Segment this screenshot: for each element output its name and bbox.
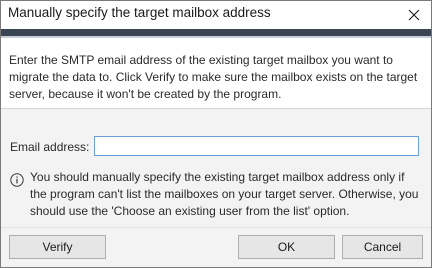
- cancel-button[interactable]: Cancel: [342, 235, 423, 259]
- window-title: Manually specify the target mailbox addr…: [8, 5, 271, 20]
- dialog-window: Manually specify the target mailbox addr…: [0, 0, 432, 268]
- verify-button[interactable]: Verify: [9, 235, 106, 259]
- header-panel: Enter the SMTP email address of the exis…: [1, 38, 431, 109]
- title-bar: Manually specify the target mailbox addr…: [1, 1, 431, 29]
- close-button[interactable]: [397, 1, 431, 29]
- accent-bar: [1, 29, 431, 36]
- description-text: Enter the SMTP email address of the exis…: [9, 53, 418, 101]
- info-icon: [10, 173, 24, 187]
- close-icon: [408, 9, 420, 21]
- email-address-input[interactable]: [94, 136, 419, 156]
- ok-button[interactable]: OK: [238, 235, 335, 259]
- button-bar: Verify OK Cancel: [1, 228, 431, 267]
- info-text: You should manually specify the existing…: [30, 170, 419, 218]
- email-address-label: Email address:: [10, 140, 90, 154]
- body-panel: Email address: You should manually speci…: [1, 109, 431, 227]
